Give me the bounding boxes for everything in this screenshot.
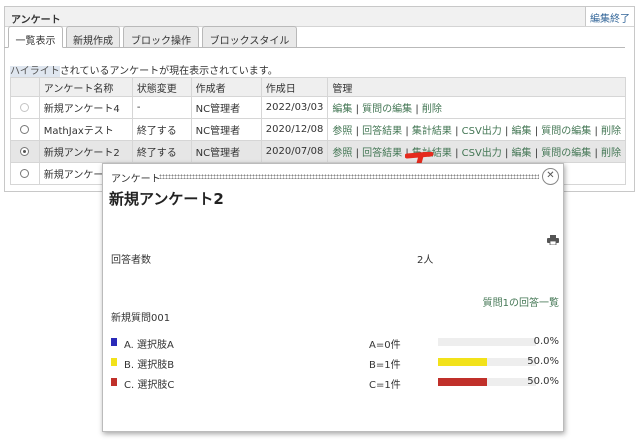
display-radio[interactable] [20, 168, 30, 178]
view-link[interactable]: 参照 [332, 148, 352, 159]
row-date: 2020/12/08 [260, 118, 329, 141]
option-row: A. 選択肢A A=0件 0.0% [111, 336, 561, 351]
row-date: 2020/07/08 [260, 140, 329, 163]
bar-track [438, 378, 536, 386]
csv-link[interactable]: CSV出力 [462, 126, 502, 137]
table-row-selected: 新規アンケート2 終了する NC管理者 2020/07/08 参照 | 回答結果… [10, 140, 626, 163]
row-status[interactable]: 終了する [131, 140, 192, 163]
row-select-cell [10, 96, 40, 119]
bar-track [438, 358, 536, 366]
drag-dots [159, 174, 539, 179]
option-count: B=1件 [369, 360, 401, 371]
row-status: - [131, 96, 192, 119]
respondents-value: 2人 [417, 255, 434, 266]
row-manage: 参照 | 回答結果 | 集計結果 | CSV出力 | 編集 | 質問の編集 | … [327, 140, 626, 163]
highlight-word: ハイライト [10, 66, 60, 77]
tab-bar: 一覧表示 新規作成 ブロック操作 ブロックスタイル [4, 26, 625, 48]
question-answers-link[interactable]: 質問1の回答一覧 [483, 294, 559, 309]
edit-questions-link[interactable]: 質問の編集 [362, 104, 412, 115]
summary-popup: アンケート ✕ 新規アンケート2 回答者数 2人 質問1の回答一覧 新規質問00… [102, 163, 564, 432]
respondents-label: 回答者数 [111, 255, 151, 266]
table-row: MathJaxテスト 終了する NC管理者 2020/12/08 参照 | 回答… [10, 118, 626, 141]
view-link[interactable]: 参照 [332, 126, 352, 137]
frame-title: アンケート [11, 15, 61, 26]
tab-block-operation[interactable]: ブロック操作 [123, 26, 199, 48]
col-header-manage: 管理 [327, 77, 626, 97]
option-count: A=0件 [369, 340, 401, 351]
row-manage: 編集 | 質問の編集 | 削除 [327, 96, 626, 119]
bar-fill [438, 358, 487, 366]
row-select-cell [10, 140, 40, 163]
edit-link[interactable]: 編集 [512, 148, 532, 159]
row-author[interactable]: NC管理者 [190, 140, 262, 163]
display-radio[interactable] [20, 146, 30, 156]
row-date: 2022/03/03 [260, 96, 329, 119]
col-header-status: 状態変更 [131, 77, 192, 97]
row-select-cell [10, 118, 40, 141]
display-radio[interactable] [20, 124, 30, 134]
frame-header: アンケート 編集終了 [5, 7, 634, 27]
notice-text: ハイライトされているアンケートが現在表示されています。 [10, 62, 278, 77]
edit-link[interactable]: 編集 [512, 126, 532, 137]
option-row: B. 選択肢B B=1件 50.0% [111, 356, 561, 371]
edit-questions-link[interactable]: 質問の編集 [541, 148, 591, 159]
option-row: C. 選択肢C C=1件 50.0% [111, 376, 561, 391]
csv-link[interactable]: CSV出力 [462, 148, 502, 159]
col-header-author: 作成者 [190, 77, 262, 97]
bar-track [438, 338, 536, 346]
row-author[interactable]: NC管理者 [190, 96, 262, 119]
answers-link[interactable]: 回答結果 [362, 126, 402, 137]
color-swatch [111, 378, 117, 386]
option-label: A. 選択肢A [124, 340, 174, 351]
edit-link[interactable]: 編集 [332, 104, 352, 115]
tab-block-style[interactable]: ブロックスタイル [202, 26, 297, 48]
option-label: B. 選択肢B [124, 360, 175, 371]
question-name: 新規質問001 [111, 313, 171, 324]
delete-link[interactable]: 削除 [601, 148, 621, 159]
row-author[interactable]: NC管理者 [190, 118, 262, 141]
col-header-name: アンケート名称 [38, 77, 133, 97]
answers-link[interactable]: 回答結果 [362, 148, 402, 159]
printer-icon[interactable] [547, 235, 559, 245]
table-header-row: アンケート名称 状態変更 作成者 作成日 管理 [10, 77, 626, 97]
display-radio [20, 102, 30, 112]
summary-link[interactable]: 集計結果 [412, 126, 452, 137]
delete-link[interactable]: 削除 [422, 104, 442, 115]
col-header-select [10, 77, 40, 97]
color-swatch [111, 338, 117, 346]
option-count: C=1件 [369, 380, 401, 391]
option-percent: 50.0% [527, 376, 559, 387]
tab-new[interactable]: 新規作成 [66, 26, 120, 48]
row-status[interactable]: 終了する [131, 118, 192, 141]
popup-drag-handle[interactable]: アンケート [107, 170, 543, 185]
row-select-cell [10, 162, 40, 185]
option-percent: 0.0% [533, 336, 559, 347]
color-swatch [111, 358, 117, 366]
notice-rest: されているアンケートが現在表示されています。 [59, 66, 278, 77]
row-name: MathJaxテスト [38, 118, 133, 141]
option-label: C. 選択肢C [124, 380, 175, 391]
row-name: 新規アンケート4 [38, 96, 133, 119]
tab-list-view[interactable]: 一覧表示 [8, 26, 63, 48]
edit-questions-link[interactable]: 質問の編集 [541, 126, 591, 137]
table-row: 新規アンケート4 - NC管理者 2022/03/03 編集 | 質問の編集 |… [10, 96, 626, 119]
close-icon[interactable]: ✕ [542, 168, 559, 185]
col-header-date: 作成日 [260, 77, 329, 97]
popup-label: アンケート [111, 170, 164, 185]
row-manage: 参照 | 回答結果 | 集計結果 | CSV出力 | 編集 | 質問の編集 | … [327, 118, 626, 141]
bar-fill [438, 378, 487, 386]
row-name[interactable]: 新規アンケート2 [38, 140, 133, 163]
edit-end-link[interactable]: 編集終了 [585, 7, 634, 26]
delete-link[interactable]: 削除 [601, 126, 621, 137]
popup-title: 新規アンケート2 [109, 190, 224, 208]
option-percent: 50.0% [527, 356, 559, 367]
